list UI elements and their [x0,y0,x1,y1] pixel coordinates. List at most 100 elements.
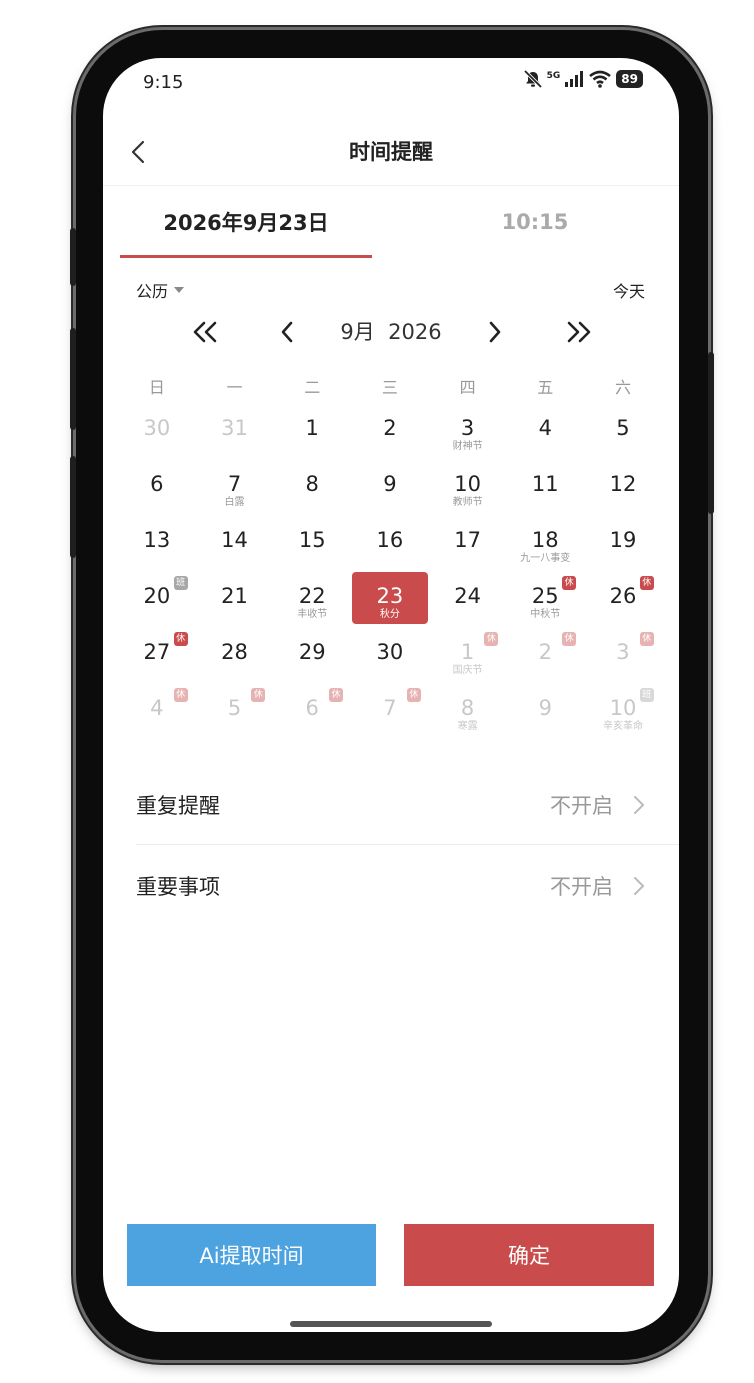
prev-month-button[interactable] [271,312,303,352]
weekday-label: 四 [459,378,476,397]
calendar-day[interactable]: 26 休 [584,570,662,626]
tab-date[interactable]: 2026年9月23日 [120,186,372,258]
day-festival-label: 寒露 [457,721,478,732]
calendar-day[interactable]: 17 [429,514,507,570]
next-year-button[interactable] [559,312,599,352]
prev-year-button[interactable] [185,312,225,352]
day-festival-label: 秋分 [379,609,400,620]
holiday-badge: 休 [562,632,577,646]
page-title: 时间提醒 [349,140,433,164]
calendar-day[interactable]: 6 [118,458,196,514]
calendar-day[interactable]: 1 国庆节 休 [429,626,507,682]
day-number: 6 [150,472,164,496]
calendar-day[interactable]: 25 中秋节 休 [506,570,584,626]
holiday-badge: 休 [639,632,654,646]
day-number: 3 [616,640,630,664]
calendar-day[interactable]: 10 教师节 [429,458,507,514]
calendar-day[interactable]: 2 [351,402,429,458]
day-number: 17 [454,528,481,552]
calendar-day[interactable]: 21 [196,570,274,626]
day-number: 2 [383,416,397,440]
calendar-type-select[interactable]: 公历 [136,278,185,302]
calendar-day[interactable]: 15 [273,514,351,570]
calendar-day[interactable]: 9 [506,682,584,738]
calendar-day[interactable]: 31 [196,402,274,458]
calendar-day[interactable]: 9 [351,458,429,514]
calendar-day[interactable]: 3休 [584,626,662,682]
calendar-day[interactable]: 29 [273,626,351,682]
holiday-badge: 休 [173,688,188,702]
weekday-label: 一 [226,378,243,397]
calendar-day[interactable]: 4休 [118,682,196,738]
calendar-day[interactable]: 12 [584,458,662,514]
calendar-day[interactable]: 30 [351,626,429,682]
today-button[interactable]: 今天 [613,278,645,302]
day-number: 21 [221,584,248,608]
calendar-day[interactable]: 5休 [196,682,274,738]
day-number: 6 [305,696,319,720]
day-number: 16 [376,528,404,552]
important-item-row[interactable]: 重要事项 不开启 [136,846,679,926]
calendar-day[interactable]: 6休 [273,682,351,738]
power-button [708,352,714,514]
double-chevron-right-icon [567,321,591,343]
weekday-header: 日 一 二 三 四 五 六 [118,374,662,398]
calendar-day[interactable]: 11 [506,458,584,514]
day-number: 10 [609,696,637,720]
holiday-badge: 休 [173,632,188,646]
calendar-day[interactable]: 13 [118,514,196,570]
day-number: 31 [221,416,248,440]
calendar-day[interactable]: 3 财神节 [429,402,507,458]
weekday-label: 日 [148,378,165,397]
next-month-button[interactable] [479,312,511,352]
calendar-day[interactable]: 27 休 [118,626,196,682]
calendar-day-selected[interactable]: 23 秋分 [352,572,428,624]
calendar-day[interactable]: 18 九一八事变 [506,514,584,570]
repeat-reminder-row[interactable]: 重复提醒 不开启 [136,765,679,845]
calendar-day[interactable]: 8 [273,458,351,514]
calendar-day[interactable]: 30 [118,402,196,458]
holiday-badge: 休 [562,576,577,590]
screen: 9:15 5G 89 时间提醒 2026年9月23日 10:15 公历 今天 9… [103,58,679,1332]
caret-down-icon [174,287,185,293]
calendar-day[interactable]: 4 [506,402,584,458]
chevron-right-icon [489,321,501,343]
day-festival-label: 财神节 [452,441,483,452]
day-number: 23 [376,584,404,608]
calendar-day[interactable]: 10 辛亥革命 班 [584,682,662,738]
day-number: 2 [538,640,552,664]
ai-extract-time-button[interactable]: Ai提取时间 [127,1224,376,1286]
calendar-day[interactable]: 24 [429,570,507,626]
day-number: 1 [460,640,475,664]
home-indicator[interactable] [290,1321,492,1327]
calendar-day[interactable]: 2休 [506,626,584,682]
day-number: 5 [616,416,630,440]
calendar-day[interactable]: 16 [351,514,429,570]
confirm-button[interactable]: 确定 [404,1224,654,1286]
calendar-day-grid: 30 31 1 2 3 财神节 4 5 6 7 白露 8 9 10 教师节 11 12 13 14 15 16 17 18 九… [118,402,662,738]
app-header: 时间提醒 [103,120,679,186]
day-number: 30 [143,416,171,440]
calendar-day[interactable]: 20 班 [118,570,196,626]
day-number: 8 [460,696,475,720]
calendar-day[interactable]: 19 [584,514,662,570]
tab-time[interactable]: 10:15 [409,186,661,258]
day-number: 10 [454,472,481,496]
network-type: 5G [546,71,561,81]
calendar-day[interactable]: 14 [196,514,274,570]
day-festival-label: 丰收节 [297,609,328,620]
holiday-badge: 休 [251,688,266,702]
day-number: 15 [298,528,326,552]
calendar-day[interactable]: 28 [196,626,274,682]
calendar-day[interactable]: 7 白露 [196,458,274,514]
calendar-day[interactable]: 8 寒露 [429,682,507,738]
important-item-value: 不开启 [550,875,613,899]
calendar-day[interactable]: 7休 [351,682,429,738]
status-bar: 9:15 5G 89 [103,58,679,106]
volume-up-button [70,328,76,430]
day-festival-label: 教师节 [452,497,483,508]
calendar-day[interactable]: 1 [273,402,351,458]
battery-indicator: 89 [616,70,643,88]
calendar-day[interactable]: 5 [584,402,662,458]
calendar-day[interactable]: 22 丰收节 [273,570,351,626]
